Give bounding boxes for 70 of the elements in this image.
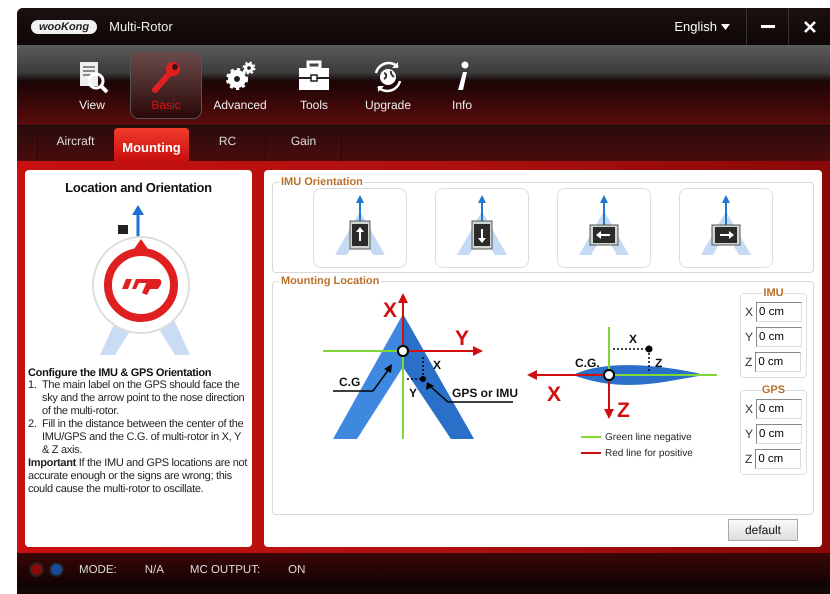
orientation-option[interactable] bbox=[679, 188, 773, 268]
output-label: MC OUTPUT: bbox=[190, 564, 260, 576]
instructions-heading: Configure the IMU & GPS Orientation bbox=[28, 367, 212, 379]
axis-label: Z bbox=[617, 399, 630, 422]
toolbar-button[interactable]: Advanced bbox=[205, 52, 275, 118]
tab[interactable]: Mounting bbox=[114, 128, 190, 161]
legend-line bbox=[581, 452, 601, 454]
leader-line bbox=[333, 364, 392, 392]
offset-field[interactable]: 0 cm bbox=[755, 448, 802, 468]
toolbar-button[interactable]: View bbox=[57, 52, 127, 118]
info-icon bbox=[458, 61, 468, 90]
field-label: Y bbox=[744, 330, 753, 344]
offset-field[interactable]: 0 cm bbox=[755, 352, 802, 372]
field-label: Z bbox=[744, 452, 752, 466]
offset-label: Y bbox=[409, 386, 418, 400]
warning-note: Important If the IMU and GPS locations are not accurate enough or the signs are wrong; this could cause the multi-rotor to oscillate. bbox=[28, 457, 248, 496]
caret-icon bbox=[721, 24, 730, 30]
window-title: Multi-Rotor bbox=[109, 19, 173, 34]
group-title: Mounting Location bbox=[280, 275, 380, 287]
default-button[interactable]: default bbox=[728, 519, 798, 541]
toolbar-button[interactable]: Tools bbox=[279, 52, 349, 118]
center-of-gravity-marker bbox=[603, 369, 615, 381]
legend-line bbox=[581, 436, 601, 438]
axis-label: X bbox=[383, 299, 398, 322]
app-logo: wooKong bbox=[31, 20, 98, 34]
toolbar-button[interactable]: Info bbox=[427, 52, 497, 118]
offset-label: X bbox=[629, 332, 638, 346]
group-title: IMU bbox=[763, 287, 784, 299]
cg-label: C.G bbox=[339, 375, 360, 389]
legend-text: Red line for positive bbox=[605, 448, 693, 458]
step-text: The main label on the GPS should face the sky and the arrow point to the nose direction of the multi-rotor. bbox=[42, 379, 246, 418]
offset-field[interactable]: 0 cm bbox=[756, 326, 802, 346]
wrench-icon bbox=[152, 62, 180, 92]
axis-label: X bbox=[547, 383, 562, 406]
offset-field[interactable]: 0 cm bbox=[756, 302, 802, 322]
output-value: ON bbox=[288, 564, 306, 576]
offset-label: Z bbox=[655, 356, 662, 370]
center-of-gravity-marker bbox=[397, 345, 409, 357]
legend-text: Green line negative bbox=[605, 432, 692, 442]
group-title: GPS bbox=[762, 384, 786, 396]
minimize-icon bbox=[760, 25, 774, 28]
orientation-option[interactable] bbox=[313, 188, 407, 268]
globe-arrows-icon bbox=[374, 61, 402, 92]
close-icon bbox=[804, 20, 816, 32]
field-label: X bbox=[744, 304, 753, 318]
orientation-option[interactable] bbox=[557, 188, 651, 268]
device-label: GPS or IMU bbox=[452, 386, 518, 400]
axis-label: Y bbox=[455, 327, 470, 350]
group-title: IMU Orientation bbox=[280, 176, 364, 188]
offset-label: X bbox=[433, 358, 442, 372]
toolbar-button[interactable]: Upgrade bbox=[353, 52, 423, 118]
field-label: X bbox=[744, 402, 753, 416]
offset-dotted-line bbox=[613, 346, 652, 373]
step-text: Fill in the distance between the center of the IMU/GPS and the C.G. of multi-rotor in X, Y & Z axis. bbox=[42, 418, 244, 457]
mode-value: N/A bbox=[144, 564, 164, 576]
step-number: 1. bbox=[28, 379, 38, 393]
mode-label: MODE: bbox=[79, 564, 117, 576]
toolbox-icon bbox=[299, 60, 329, 90]
field-label: Y bbox=[744, 426, 753, 440]
panel-title: Location and Orientation bbox=[65, 180, 212, 195]
step-number: 2. bbox=[28, 418, 38, 432]
offset-field[interactable]: 0 cm bbox=[756, 424, 802, 444]
offset-dotted-line bbox=[407, 357, 426, 382]
orientation-option[interactable] bbox=[435, 188, 529, 268]
language-dropdown[interactable]: English bbox=[668, 18, 736, 35]
gears-icon bbox=[226, 61, 256, 90]
field-label: Z bbox=[744, 354, 752, 368]
cg-label: C.G. bbox=[575, 356, 600, 370]
offset-field[interactable]: 0 cm bbox=[756, 398, 802, 418]
document-search-icon bbox=[80, 62, 108, 93]
